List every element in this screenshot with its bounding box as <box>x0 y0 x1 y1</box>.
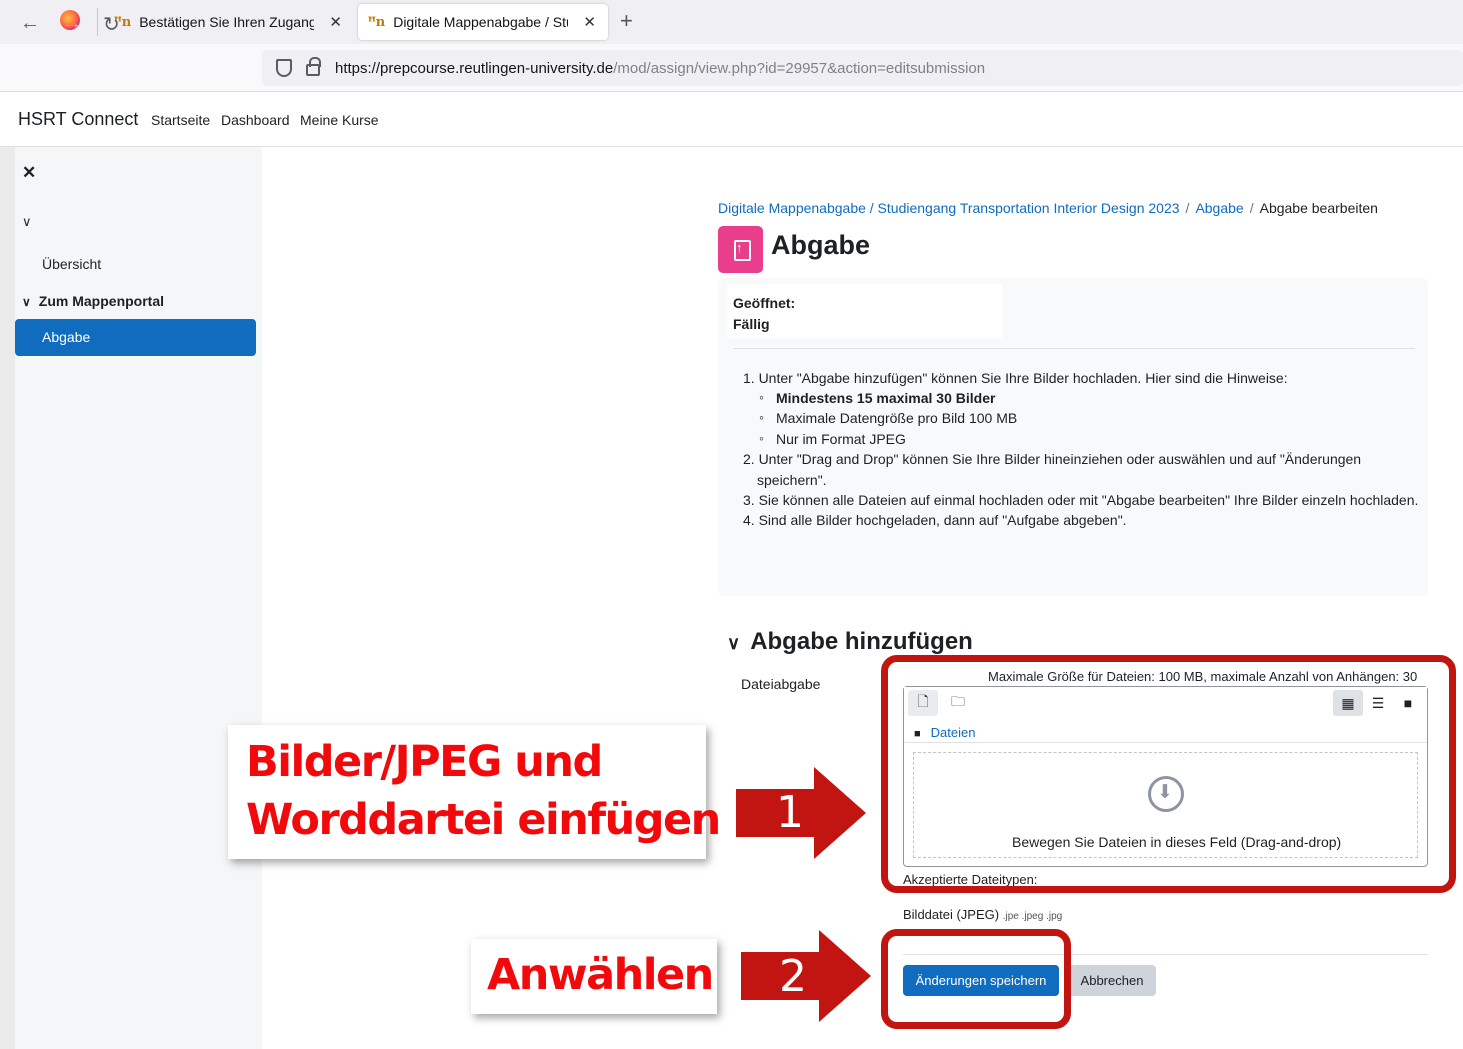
close-tab-icon[interactable]: ✕ <box>583 13 596 31</box>
tab-title: Bestätigen Sie Ihren Zugang <box>139 14 315 30</box>
instruction-sub-1: Mindestens 15 maximal 30 Bilder <box>759 389 995 406</box>
arrow-1-number: 1 <box>776 787 804 838</box>
instruction-2: 2. Unter "Drag and Drop" können Sie Ihre… <box>743 451 1362 467</box>
site-brand[interactable]: HSRT Connect <box>18 109 138 130</box>
breadcrumb-course[interactable]: Digitale Mappenabgabe / Studiengang Tran… <box>718 200 1180 216</box>
callout-1-line-1: Bilder/JPEG und <box>246 737 603 787</box>
tracking-protection-shield-icon[interactable] <box>276 59 292 77</box>
padlock-icon[interactable] <box>306 57 321 76</box>
course-index-drawer <box>15 147 262 1049</box>
breadcrumb-current: Abgabe bearbeiten <box>1259 200 1378 216</box>
browser-tab-active[interactable]: ꟸn Digitale Mappenabgabe / Studi ✕ <box>358 4 608 40</box>
highlight-box-filemanager <box>881 655 1456 893</box>
divider <box>733 348 1415 349</box>
chevron-down-icon[interactable]: ∨ <box>22 214 32 230</box>
accepted-filetype: Bilddatei (JPEG) .jpe .jpeg .jpg <box>903 907 1062 922</box>
reload-icon[interactable]: ↻ <box>103 12 120 37</box>
section-header[interactable]: ∨ Abgabe hinzufügen <box>727 628 973 656</box>
tab-title: Digitale Mappenabgabe / Studi <box>393 14 569 30</box>
instruction-sub-2: Maximale Datengröße pro Bild 100 MB <box>759 409 1017 426</box>
instruction-3: 3. Sie können alle Dateien auf einmal ho… <box>743 492 1419 508</box>
nav-meine-kurse[interactable]: Meine Kurse <box>300 112 379 128</box>
moodle-favicon-icon: ꟸn <box>368 14 386 30</box>
arrow-2-number: 2 <box>779 951 807 1002</box>
instruction-4: 4. Sind alle Bilder hochgeladen, dann au… <box>743 512 1127 528</box>
close-tab-icon[interactable]: ✕ <box>329 13 342 31</box>
sidebar-item-uebersicht[interactable]: Übersicht <box>42 256 101 272</box>
section-title: Abgabe hinzufügen <box>750 628 973 655</box>
tab-separator <box>97 8 98 36</box>
sidebar-item-zum-mappenportal[interactable]: ∨ Zum Mappenportal <box>22 293 164 309</box>
url-path: /mod/assign/view.php?id=29957&action=edi… <box>613 60 986 77</box>
url-text[interactable]: https://prepcourse.reutlingen-university… <box>335 60 985 77</box>
breadcrumb-abgabe[interactable]: Abgabe <box>1195 200 1243 216</box>
opened-label: Geöffnet: <box>733 295 796 311</box>
chevron-down-icon[interactable]: ∨ <box>727 633 740 653</box>
highlight-box-save <box>881 929 1071 1029</box>
instruction-2-cont: speichern". <box>757 472 827 488</box>
nav-dashboard[interactable]: Dashboard <box>221 112 290 128</box>
cancel-button[interactable]: Abbrechen <box>1068 965 1156 996</box>
sidebar-item-abgabe[interactable]: Abgabe <box>15 319 256 356</box>
browser-tab[interactable]: ꟸn Bestätigen Sie Ihren Zugang ✕ <box>104 4 354 40</box>
due-label: Fällig <box>733 316 770 332</box>
assignment-icon <box>718 226 763 273</box>
site-header <box>0 92 1463 147</box>
callout-1-line-2: Worddartei einfügen <box>246 795 721 845</box>
field-label: Dateiabgabe <box>741 676 821 692</box>
filetype-extensions: .jpe .jpeg .jpg <box>1002 911 1063 922</box>
instruction-1: 1. Unter "Abgabe hinzufügen" können Sie … <box>743 370 1288 386</box>
new-tab-icon[interactable]: + <box>620 8 633 34</box>
page-title: Abgabe <box>771 230 871 260</box>
forward-arrow-icon[interactable]: → <box>62 12 82 35</box>
breadcrumb: Digitale Mappenabgabe / Studiengang Tran… <box>718 200 1378 216</box>
callout-2-text: Anwählen <box>487 950 714 1000</box>
filetype-name: Bilddatei (JPEG) <box>903 907 1000 922</box>
sidebar-item-label: Zum Mappenportal <box>38 293 165 309</box>
instruction-sub-3: Nur im Format JPEG <box>759 430 906 447</box>
close-drawer-icon[interactable]: ✕ <box>22 163 36 183</box>
chevron-down-icon: ∨ <box>22 295 31 309</box>
nav-startseite[interactable]: Startseite <box>151 112 210 128</box>
back-arrow-icon[interactable]: ← <box>20 12 40 35</box>
url-host: https://prepcourse.reutlingen-university… <box>335 60 614 77</box>
